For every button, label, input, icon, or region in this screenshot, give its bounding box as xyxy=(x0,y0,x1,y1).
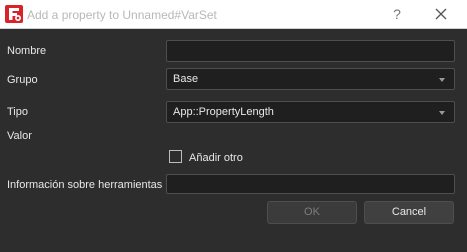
name-input[interactable] xyxy=(166,40,455,62)
type-dropdown-value: App::PropertyLength xyxy=(173,106,274,118)
chevron-down-icon xyxy=(439,111,445,115)
value-label: Valor xyxy=(7,130,32,142)
cancel-button[interactable]: Cancel xyxy=(364,201,454,224)
tooltip-input[interactable] xyxy=(166,174,455,194)
name-label: Nombre xyxy=(7,45,47,57)
add-another-checkbox[interactable] xyxy=(169,150,182,163)
window-title: Add a property to Unnamed#VarSet xyxy=(27,8,217,22)
help-button[interactable]: ? xyxy=(383,4,411,24)
group-dropdown[interactable]: Base xyxy=(166,68,455,90)
type-label: Tipo xyxy=(7,106,28,118)
add-another-label: Añadir otro xyxy=(189,152,243,164)
close-icon[interactable] xyxy=(427,2,455,26)
type-dropdown[interactable]: App::PropertyLength xyxy=(166,101,455,123)
freecad-app-icon xyxy=(5,5,23,23)
chevron-down-icon xyxy=(439,78,445,82)
group-dropdown-value: Base xyxy=(173,73,199,85)
ok-button[interactable]: OK xyxy=(267,201,357,224)
title-bar: Add a property to Unnamed#VarSet ? xyxy=(0,0,467,29)
tooltip-label: Información sobre herramientas xyxy=(7,179,163,191)
group-label: Grupo xyxy=(7,74,38,86)
